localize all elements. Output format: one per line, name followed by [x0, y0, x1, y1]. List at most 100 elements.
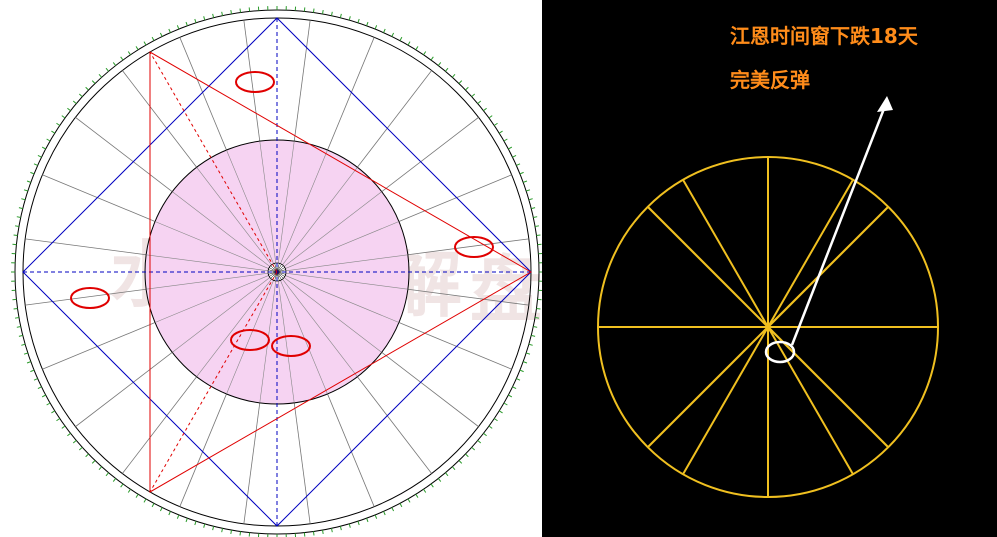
degree-tick	[151, 36, 155, 41]
degree-tick	[445, 472, 449, 477]
degree-tick	[437, 62, 442, 66]
degree-tick	[78, 446, 83, 451]
degree-tick	[357, 18, 360, 23]
degree-tick	[437, 478, 442, 482]
degree-tick	[508, 394, 513, 398]
degree-tick	[143, 41, 147, 46]
outer-divider-line	[122, 376, 197, 474]
degree-tick	[203, 523, 206, 528]
degree-tick	[159, 32, 163, 37]
degree-tick	[159, 507, 163, 512]
degree-tick	[536, 307, 541, 310]
degree-tick	[18, 334, 23, 337]
degree-tick	[56, 418, 61, 422]
arrow-head	[877, 96, 893, 112]
degree-tick	[465, 453, 469, 458]
degree-tick	[14, 317, 20, 319]
degree-tick	[135, 493, 139, 498]
degree-tick	[26, 361, 31, 364]
degree-tick	[239, 531, 242, 536]
degree-tick	[221, 528, 224, 533]
outer-divider-line	[75, 117, 173, 192]
degree-tick	[168, 511, 171, 516]
degree-tick	[30, 171, 35, 175]
degree-tick	[51, 410, 56, 414]
degree-tick	[523, 180, 528, 183]
degree-tick	[536, 234, 541, 237]
outer-divider-line	[357, 70, 432, 168]
outer-divider-line	[327, 37, 375, 151]
degree-tick	[14, 225, 20, 227]
degree-tick	[498, 130, 503, 134]
degree-tick	[526, 189, 531, 192]
degree-tick	[98, 73, 103, 78]
degree-tick	[120, 56, 124, 61]
degree-tick	[98, 466, 103, 471]
degree-tick	[16, 216, 21, 219]
degree-tick	[176, 25, 180, 30]
degree-tick	[533, 216, 538, 219]
degree-tick	[512, 154, 517, 158]
degree-tick	[91, 80, 96, 84]
degree-tick	[366, 518, 369, 523]
degree-tick	[67, 107, 71, 112]
outer-divider-line	[75, 352, 173, 427]
degree-tick	[105, 67, 109, 72]
degree-tick	[33, 163, 38, 166]
degree-tick	[357, 521, 360, 526]
degree-tick	[105, 472, 109, 477]
degree-tick	[18, 207, 23, 210]
degree-tick	[330, 528, 333, 533]
degree-tick	[471, 93, 476, 98]
outer-divider-line	[381, 117, 479, 192]
degree-tick	[322, 529, 324, 535]
degree-tick	[339, 13, 342, 18]
degree-tick	[430, 56, 434, 61]
degree-tick	[230, 9, 232, 15]
degree-tick	[516, 378, 521, 381]
degree-tick	[127, 51, 131, 56]
highlight-ellipse-18	[764, 340, 796, 364]
degree-tick	[493, 418, 498, 422]
degree-tick	[399, 503, 403, 508]
degree-tick	[91, 460, 96, 464]
degree-tick	[516, 163, 521, 166]
degree-tick	[383, 28, 386, 33]
degree-tick	[212, 526, 215, 531]
degree-tick	[135, 46, 139, 51]
degree-tick	[16, 325, 21, 328]
degree-tick	[503, 402, 508, 406]
degree-tick	[212, 13, 215, 18]
degree-tick	[519, 369, 524, 373]
degree-tick	[23, 189, 28, 192]
year-wheel-svg: 水恒解盘	[11, 6, 542, 537]
degree-tick	[312, 531, 315, 536]
degree-tick	[366, 21, 369, 26]
degree-tick	[21, 343, 26, 346]
degree-tick	[51, 130, 56, 134]
degree-tick	[391, 507, 395, 512]
degree-tick	[498, 410, 503, 414]
degree-tick	[85, 453, 89, 458]
degree-tick	[526, 352, 531, 355]
degree-tick	[41, 394, 46, 398]
degree-tick	[407, 41, 411, 46]
degree-tick	[112, 478, 117, 482]
degree-tick	[503, 138, 508, 142]
degree-tick	[458, 80, 463, 84]
degree-tick	[85, 86, 89, 91]
degree-tick	[534, 225, 540, 227]
gann-time-window-wheel: 江恩时间窗下跌18天 完美反弹	[542, 0, 997, 537]
degree-tick	[531, 334, 536, 337]
degree-tick	[23, 352, 28, 355]
degree-tick	[37, 154, 42, 158]
square-of-nine-year-wheel: 水恒解盘	[0, 0, 542, 537]
degree-tick	[458, 460, 463, 464]
outer-divider-line	[179, 393, 227, 507]
degree-tick	[194, 521, 197, 526]
degree-tick	[374, 25, 378, 30]
degree-tick	[72, 100, 77, 104]
degree-tick	[477, 440, 482, 444]
degree-tick	[176, 514, 180, 519]
degree-tick	[230, 529, 232, 535]
